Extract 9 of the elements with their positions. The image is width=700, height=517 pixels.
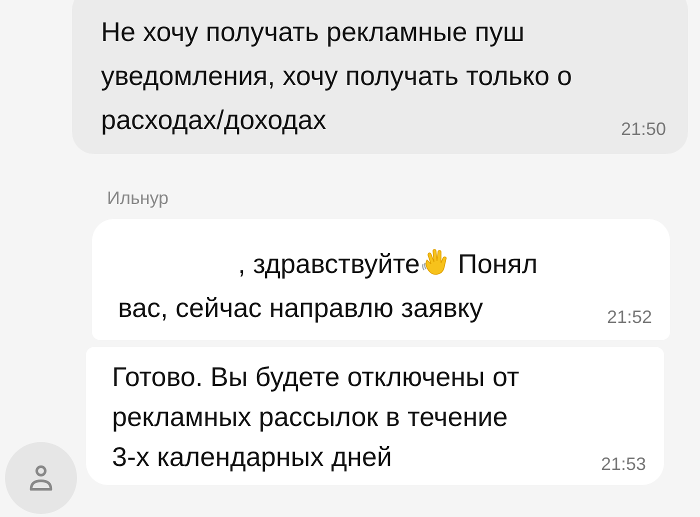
message-time: 21:50	[620, 119, 666, 140]
sender-name: Ильнур	[107, 188, 170, 209]
message-text: , здравствуйте	[238, 249, 420, 279]
message-text: Готово. Вы будете отключены от рекламных рассылок в течение 3-х календарных дней	[112, 361, 520, 474]
message-time: 21:53	[600, 454, 646, 475]
message-text: Понял	[458, 249, 538, 279]
message-text: Не хочу получать рекламные пуш уведомления, хочу получать только о расходах/доходах	[101, 16, 572, 137]
message-time: 21:52	[606, 307, 652, 328]
message-text: вас, сейчас направлю заявку	[118, 293, 484, 323]
